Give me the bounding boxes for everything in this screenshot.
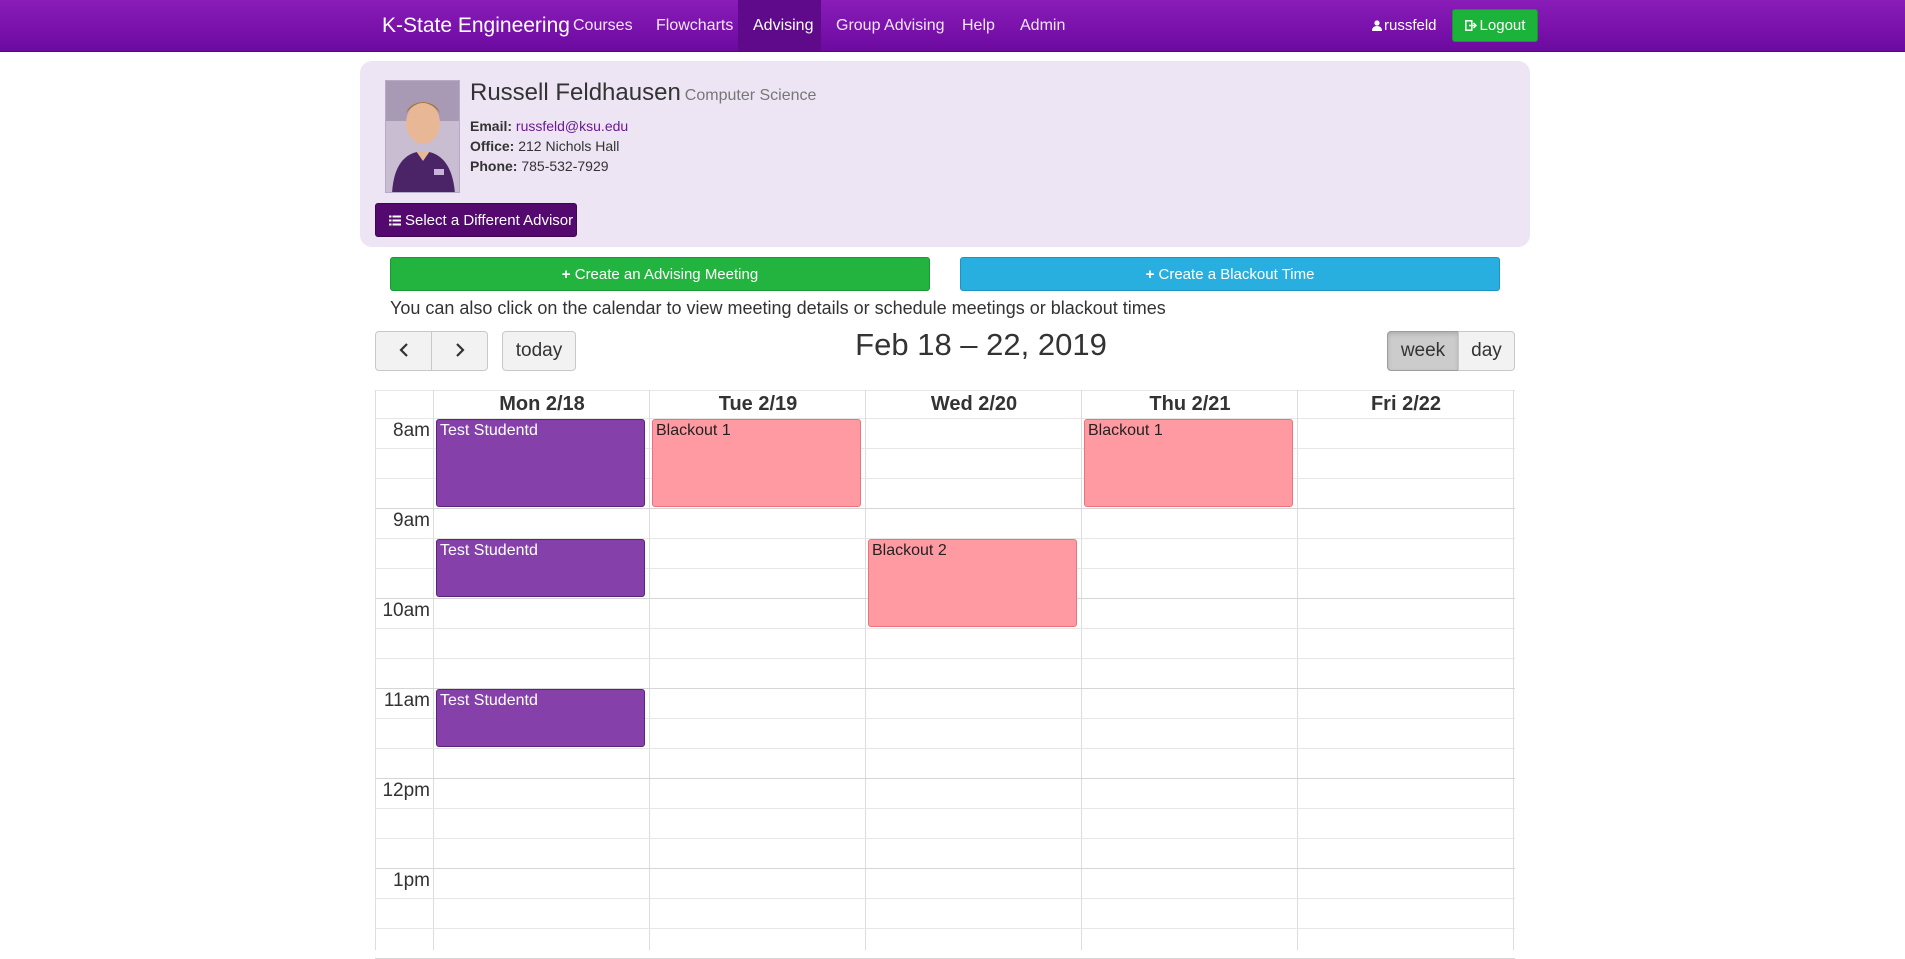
grid-slot-line (375, 508, 1515, 509)
advisor-department: Computer Science (684, 87, 817, 104)
top-navbar: K-State Engineering Courses Flowcharts A… (0, 0, 1905, 52)
list-icon (389, 215, 401, 226)
grid-slot-line (375, 868, 1515, 869)
nav-courses[interactable]: Courses (558, 0, 648, 51)
grid-slot-line (375, 808, 1515, 809)
advisor-email-line: Email: russfeld@ksu.edu (470, 118, 629, 134)
calendar-title: Feb 18 – 22, 2019 (855, 327, 1107, 362)
advisor-office-line: Office: 212 Nichols Hall (470, 138, 620, 154)
username: russfeld (1384, 17, 1437, 34)
grid-column-line (1513, 390, 1514, 950)
calendar-event-meeting[interactable]: Test Studentd (436, 689, 645, 747)
calendar-hint-text: You can also click on the calendar to vi… (390, 298, 1166, 318)
plus-icon: + (1145, 266, 1155, 283)
day-header-fri: Fri 2/22 (1370, 393, 1442, 415)
grid-column-line (649, 390, 650, 950)
grid-slot-line (375, 748, 1515, 749)
sign-out-icon (1464, 20, 1477, 31)
grid-slot-line (375, 628, 1515, 629)
time-label-12pm: 12pm (382, 780, 430, 801)
nav-help[interactable]: Help (947, 0, 1010, 51)
grid-column-line (375, 390, 376, 950)
time-label-8am: 8am (393, 420, 430, 441)
nav-advising[interactable]: Advising (738, 0, 821, 51)
grid-slot-line (375, 778, 1515, 779)
nav-admin[interactable]: Admin (1005, 0, 1080, 51)
user-menu[interactable]: russfeld (1372, 0, 1437, 51)
logout-button[interactable]: Logout (1452, 9, 1538, 42)
plus-icon: + (561, 266, 571, 283)
grid-column-line (1081, 390, 1082, 950)
advisor-photo (385, 80, 460, 193)
time-label-9am: 9am (393, 510, 430, 531)
calendar-event-blackout[interactable]: Blackout 1 (652, 419, 861, 507)
brand-link[interactable]: K-State Engineering (382, 0, 570, 51)
grid-slot-line (375, 658, 1515, 659)
advisor-phone-line: Phone: 785-532-7929 (470, 158, 609, 174)
grid-column-line (433, 390, 434, 950)
select-different-advisor-button[interactable]: Select a Different Advisor (375, 203, 577, 237)
calendar-event-meeting[interactable]: Test Studentd (436, 539, 645, 597)
day-header-tue: Tue 2/19 (718, 393, 798, 415)
create-advising-meeting-button[interactable]: + Create an Advising Meeting (390, 257, 930, 291)
day-header-thu: Thu 2/21 (1149, 393, 1231, 415)
day-header-wed: Wed 2/20 (930, 393, 1018, 415)
time-label-10am: 10am (382, 600, 430, 621)
grid-column-line (865, 390, 866, 950)
nav-flowcharts[interactable]: Flowcharts (641, 0, 748, 51)
week-view-button[interactable]: week (1387, 331, 1459, 371)
day-header-mon: Mon 2/18 (499, 393, 585, 415)
grid-slot-line (375, 838, 1515, 839)
time-label-1pm: 1pm (393, 870, 430, 891)
grid-slot-line (375, 898, 1515, 899)
time-label-11am: 11am (383, 690, 430, 711)
grid-column-line (1297, 390, 1298, 950)
calendar-grid[interactable]: Mon 2/18 Tue 2/19 Wed 2/20 Thu 2/21 Fri … (375, 390, 1515, 959)
day-view-button[interactable]: day (1458, 331, 1515, 371)
user-icon (1372, 20, 1382, 31)
nav-group-advising[interactable]: Group Advising (821, 0, 960, 51)
calendar-event-blackout[interactable]: Blackout 2 (868, 539, 1077, 627)
grid-slot-line (375, 928, 1515, 929)
calendar-event-meeting[interactable]: Test Studentd (436, 419, 645, 507)
create-blackout-time-button[interactable]: + Create a Blackout Time (960, 257, 1500, 291)
advisor-name: Russell Feldhausen Computer Science (470, 79, 817, 106)
calendar-event-blackout[interactable]: Blackout 1 (1084, 419, 1293, 507)
advisor-email-link[interactable]: russfeld@ksu.edu (516, 118, 628, 134)
